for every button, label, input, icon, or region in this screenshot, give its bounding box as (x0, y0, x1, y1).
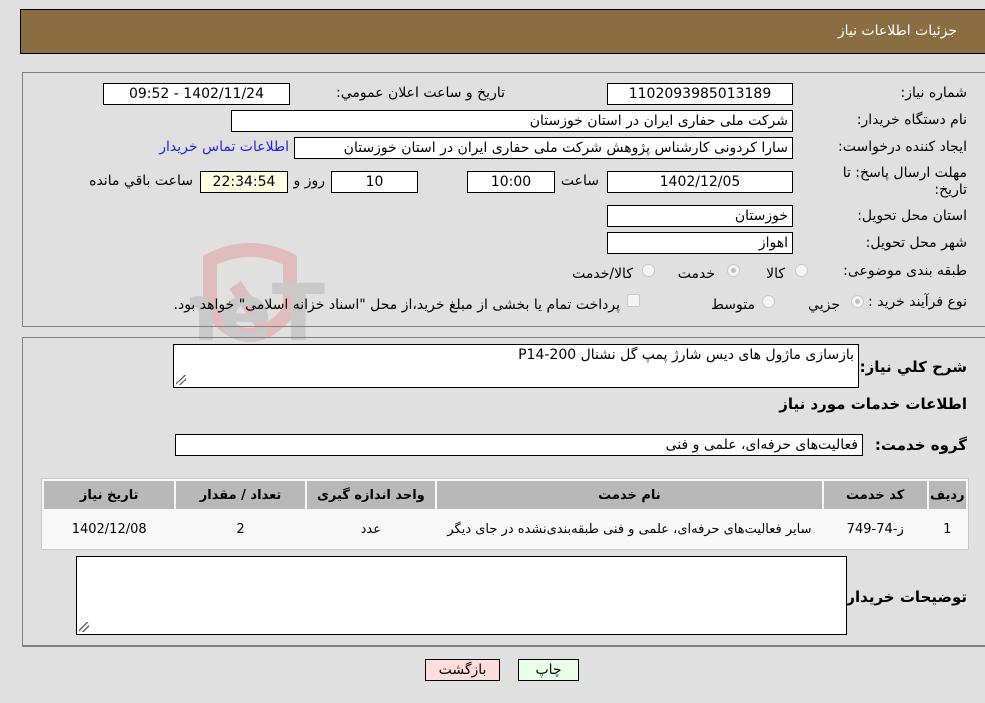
cell-row-number: 1 (928, 511, 966, 547)
need-number-label: شماره نیاز: (900, 85, 968, 101)
service-group-field: فعالیت‌های حرفه‌ای، علمی و فنی (175, 434, 863, 456)
category-option-service: خدمت (677, 266, 715, 282)
days-remaining-field: 10 (331, 171, 418, 193)
description-label: شرح کلي نياز: (859, 358, 967, 376)
category-option-goods: کالا (766, 266, 785, 282)
treasury-note: پرداخت تمام یا بخشی از مبلغ خرید،از محل … (173, 297, 620, 313)
deadline-label: مهلت ارسال پاسخ: تا تاریخ: (842, 165, 967, 198)
category-option-goods-service: کالا/خدمت (572, 266, 633, 282)
cell-service-code: ز-74-749 (823, 511, 927, 547)
service-group-label: گروه خدمت: (874, 436, 967, 454)
cell-need-date: 1402/12/08 (44, 511, 175, 547)
purchase-type-radio-medium[interactable] (762, 295, 775, 308)
print-button[interactable]: چاپ (518, 659, 579, 681)
announce-datetime-label: تاریخ و ساعت اعلان عمومي: (336, 85, 505, 101)
category-radio-goods-service[interactable] (642, 264, 655, 277)
days-label: روز و (293, 173, 326, 189)
delivery-province-label: استان محل تحویل: (857, 208, 967, 224)
need-number-field: 1102093985013189 (607, 83, 793, 105)
buyer-notes-field[interactable] (76, 556, 847, 635)
time-remaining-label: ساعت باقي مانده (89, 173, 193, 189)
buyer-org-label: نام دستگاه خریدار: (856, 112, 967, 128)
description-field[interactable]: بازسازی ماژول های دیس شارژ پمپ گل نشنال … (173, 344, 859, 388)
purchase-type-radio-minor[interactable] (851, 295, 864, 308)
delivery-province-field: خوزستان (607, 205, 793, 227)
resize-grip-icon[interactable] (176, 375, 186, 385)
buyer-org-field: شرکت ملی حفاری ایران در استان خوزستان (231, 110, 793, 132)
need-info-panel: شماره نیاز: 1102093985013189 تاریخ و ساع… (22, 72, 985, 327)
purchase-type-option-medium: متوسط (711, 297, 755, 313)
service-details-panel: شرح کلي نياز: بازسازی ماژول های دیس شارژ… (22, 337, 985, 647)
col-header-unit: واحد اندازه گیری (306, 481, 435, 509)
table-header-row: ردیف کد خدمت نام خدمت واحد اندازه گیری ت… (44, 481, 966, 509)
col-header-service-code: کد خدمت (823, 481, 927, 509)
deadline-date-field: 1402/12/05 (607, 171, 793, 193)
buyer-contact-link[interactable]: اطلاعات تماس خریدار (159, 139, 289, 155)
col-header-need-date: تاریخ نیاز (44, 481, 175, 509)
category-radio-service[interactable] (727, 264, 740, 277)
purchase-type-label: نوع فرآیند خرید : (868, 294, 967, 310)
delivery-city-field: اهواز (607, 232, 793, 254)
buyer-notes-label: توضیحات خریدار: (840, 588, 967, 606)
cell-unit: عدد (306, 511, 435, 547)
back-button[interactable]: بازگشت (425, 659, 500, 681)
category-radio-goods[interactable] (795, 264, 808, 277)
deadline-time-field: 10:00 (467, 171, 555, 193)
time-remaining-field: 22:34:54 (200, 171, 288, 193)
description-text: بازسازی ماژول های دیس شارژ پمپ گل نشنال … (518, 347, 854, 363)
table-row: 1 ز-74-749 سایر فعالیت‌های حرفه‌ای، علمی… (44, 511, 966, 547)
page-header: جزئیات اطلاعات نیاز (20, 9, 985, 54)
col-header-row-number: ردیف (928, 481, 966, 509)
resize-grip-icon[interactable] (79, 622, 89, 632)
treasury-checkbox[interactable] (627, 294, 640, 307)
services-heading: اطلاعات خدمات مورد نیاز (779, 395, 967, 413)
requester-field: سارا کردونی کارشناس پژوهش شرکت ملی حفاری… (294, 137, 793, 159)
delivery-city-label: شهر محل تحویل: (865, 235, 967, 251)
col-header-quantity: تعداد / مقدار (176, 481, 305, 509)
purchase-type-option-minor: جزيي (808, 297, 840, 313)
deadline-time-label: ساعت (560, 173, 599, 189)
requester-label: ایجاد کننده درخواست: (838, 139, 967, 155)
cell-service-name: سایر فعالیت‌های حرفه‌ای، علمی و فنی طبقه… (436, 511, 822, 547)
services-table: ردیف کد خدمت نام خدمت واحد اندازه گیری ت… (41, 478, 969, 550)
col-header-service-name: نام خدمت (436, 481, 822, 509)
category-label: طبقه بندی موضوعی: (843, 263, 967, 279)
page-title: جزئیات اطلاعات نیاز (837, 23, 957, 39)
announce-datetime-field: 1402/11/24 - 09:52 (103, 83, 290, 105)
cell-quantity: 2 (176, 511, 305, 547)
